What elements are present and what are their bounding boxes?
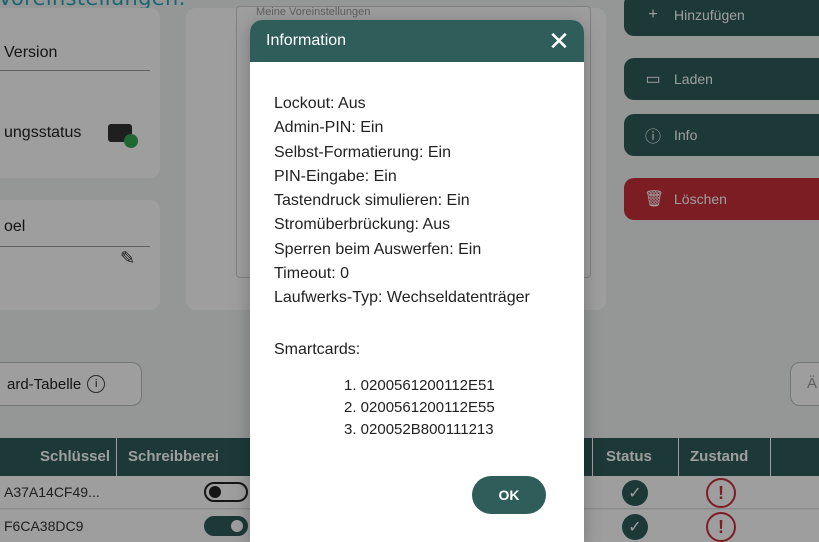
smartcard-item: 3. 020052B800111213 <box>344 420 494 438</box>
info-line: Stromüberbrückung: Aus <box>274 216 451 234</box>
smartcard-item: 2. 0200561200112E55 <box>344 398 495 416</box>
info-line: Tastendruck simulieren: Ein <box>274 192 470 210</box>
info-line: Sperren beim Auswerfen: Ein <box>274 240 482 258</box>
dialog-header: Information ✕ <box>250 20 584 62</box>
info-line: Laufwerks-Typ: Wechseldatenträger <box>274 289 530 307</box>
smartcard-item: 1. 0200561200112E51 <box>344 376 495 394</box>
info-line: Lockout: Aus <box>274 95 366 112</box>
info-line: PIN-Eingabe: Ein <box>274 167 397 185</box>
smartcards-title: Smartcards: <box>274 340 361 358</box>
info-line: Selbst-Formatierung: Ein <box>274 143 451 161</box>
information-dialog: Information ✕ Lockout: Aus Admin-PIN: Ei… <box>250 20 584 542</box>
info-line: Timeout: 0 <box>274 265 349 283</box>
smartcards-list: 1. 0200561200112E51 2. 0200561200112E55 … <box>344 375 584 441</box>
ok-button[interactable]: OK <box>472 476 546 514</box>
dialog-body: Lockout: Aus Admin-PIN: Ein Selbst-Forma… <box>250 62 584 441</box>
dialog-title: Information <box>266 32 347 49</box>
info-line: Admin-PIN: Ein <box>274 119 384 137</box>
close-icon[interactable]: ✕ <box>546 28 572 54</box>
